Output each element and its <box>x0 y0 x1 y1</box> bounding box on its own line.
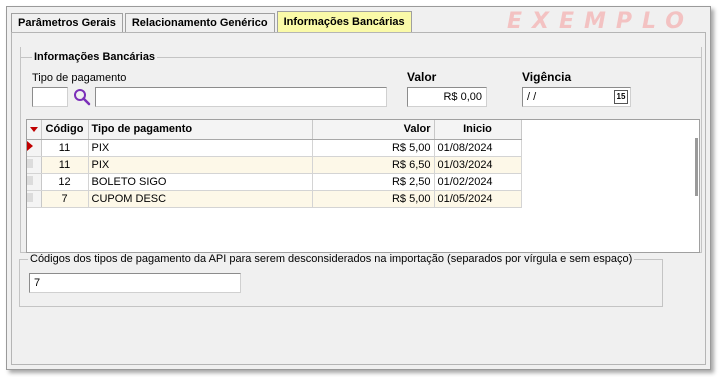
dialog-window: Parâmetros Gerais Relacionamento Genéric… <box>6 6 711 370</box>
table-row[interactable]: 7 CUPOM DESC R$ 5,00 01/05/2024 <box>27 190 522 208</box>
tab-informacoes-bancarias[interactable]: Informações Bancárias <box>276 11 412 33</box>
row-marker <box>27 158 33 168</box>
cell-tipo: PIX <box>88 139 313 157</box>
cell-valor: R$ 5,00 <box>312 139 435 157</box>
col-inicio-header[interactable]: Inicio <box>434 120 522 140</box>
row-marker <box>27 175 33 185</box>
tab-parametros-gerais[interactable]: Parâmetros Gerais <box>11 13 123 33</box>
sort-down-icon <box>29 127 38 133</box>
bank-info-group: Informações Bancárias Tipo de pagamento … <box>20 47 702 253</box>
row-selector[interactable] <box>27 173 42 191</box>
current-row-icon <box>27 141 33 151</box>
table-row[interactable]: 11 PIX R$ 6,50 01/03/2024 <box>27 156 522 174</box>
payment-grid: Código Tipo de pagamento Valor Inicio 11… <box>26 119 700 253</box>
vertical-scrollbar[interactable] <box>695 138 698 196</box>
exclusion-title: Códigos dos tipos de pagamento da API pa… <box>28 253 635 265</box>
table-row[interactable]: 11 PIX R$ 5,00 01/08/2024 <box>27 139 522 157</box>
cell-inicio: 01/02/2024 <box>434 173 522 191</box>
watermark: EXEMPLO <box>507 9 694 34</box>
cell-codigo: 11 <box>41 156 89 174</box>
vigencia-label: Vigência <box>522 70 572 84</box>
table-row[interactable]: 12 BOLETO SIGO R$ 2,50 01/02/2024 <box>27 173 522 191</box>
col-tipo-header[interactable]: Tipo de pagamento <box>88 120 313 140</box>
col-valor-header[interactable]: Valor <box>312 120 435 140</box>
row-selector[interactable] <box>27 156 42 174</box>
valor-input[interactable]: R$ 0,00 <box>407 87 487 107</box>
cell-inicio: 01/03/2024 <box>434 156 522 174</box>
calendar-icon[interactable]: 15 <box>614 90 628 104</box>
exclusion-group: Códigos dos tipos de pagamento da API pa… <box>19 253 663 307</box>
tipo-descricao-input[interactable] <box>95 87 387 107</box>
col-codigo-header[interactable]: Código <box>41 120 89 140</box>
tab-relacionamento-generico[interactable]: Relacionamento Genérico <box>124 13 275 33</box>
cell-codigo: 11 <box>41 139 89 157</box>
valor-label: Valor <box>407 70 437 84</box>
row-selector[interactable] <box>27 190 42 208</box>
tipo-pagamento-label: Tipo de pagamento <box>32 72 127 84</box>
vigencia-value: / / <box>527 91 537 103</box>
row-marker <box>27 192 33 202</box>
cell-valor: R$ 6,50 <box>312 156 435 174</box>
cell-valor: R$ 2,50 <box>312 173 435 191</box>
cell-codigo: 7 <box>41 190 89 208</box>
cell-inicio: 01/05/2024 <box>434 190 522 208</box>
exclusion-codes-input[interactable]: 7 <box>29 273 241 293</box>
search-icon[interactable] <box>73 88 91 106</box>
tab-panel: Informações Bancárias Tipo de pagamento … <box>11 32 706 365</box>
cell-tipo: CUPOM DESC <box>88 190 313 208</box>
sort-indicator[interactable] <box>27 120 42 140</box>
tab-bar: Parâmetros Gerais Relacionamento Genéric… <box>11 11 414 33</box>
cell-valor: R$ 5,00 <box>312 190 435 208</box>
vigencia-date-input[interactable]: / / 15 <box>522 87 631 107</box>
cell-tipo: PIX <box>88 156 313 174</box>
row-selector[interactable] <box>27 139 42 157</box>
tipo-codigo-input[interactable] <box>32 87 68 107</box>
group-title: Informações Bancárias <box>32 51 158 63</box>
cell-tipo: BOLETO SIGO <box>88 173 313 191</box>
grid-header-row: Código Tipo de pagamento Valor Inicio <box>27 120 522 140</box>
cell-inicio: 01/08/2024 <box>434 139 522 157</box>
cell-codigo: 12 <box>41 173 89 191</box>
payment-table: Código Tipo de pagamento Valor Inicio 11… <box>27 120 522 208</box>
